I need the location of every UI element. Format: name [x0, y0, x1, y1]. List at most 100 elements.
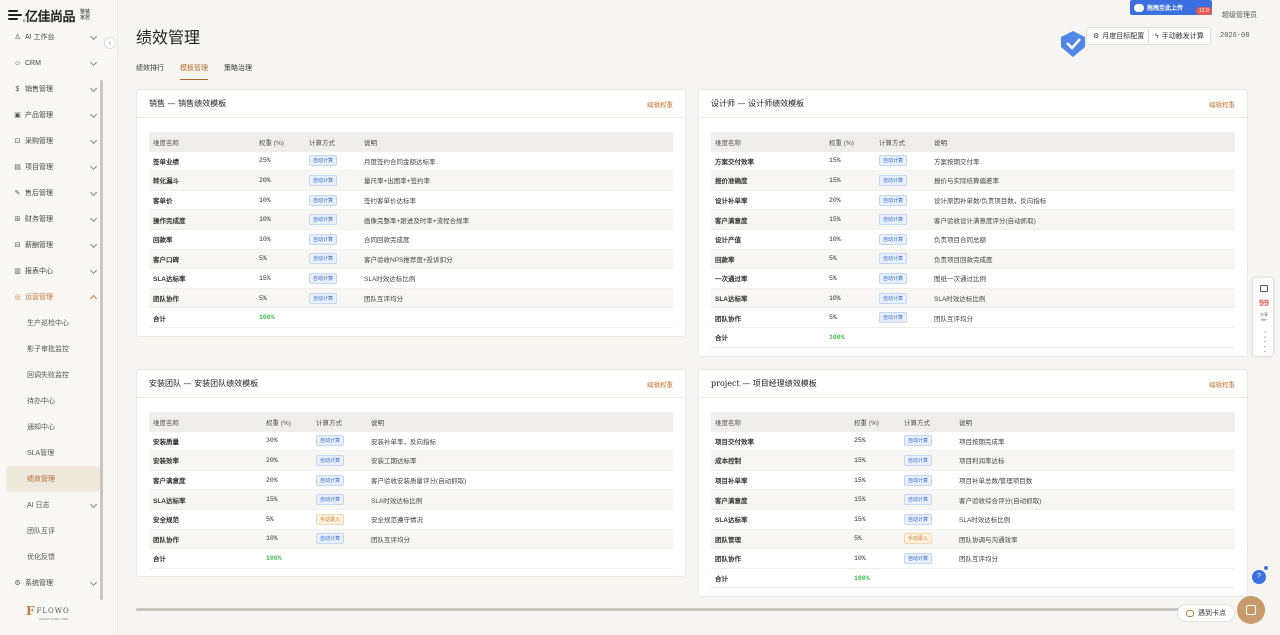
edit-weight-button[interactable]: 编辑权重	[1209, 99, 1235, 109]
sidebar-scrollbar[interactable]	[100, 80, 103, 600]
col-header-weight: 权重 (%)	[829, 139, 854, 147]
table-row: 转化漏斗 20% 自动计算 量尺率+出图率+签约率	[149, 171, 673, 191]
sidebar-item-label: 运营管理	[25, 294, 53, 301]
sidebar-item-operations[interactable]: ◎ 运营管理	[6, 284, 100, 310]
dimension-name: 报价准确度	[715, 178, 748, 186]
method-tag: 自动计算	[904, 513, 933, 525]
sidebar-sub-item[interactable]: 生产巡检中心	[6, 310, 100, 336]
chevron-down-icon	[89, 58, 98, 67]
col-header-name: 维度名称	[153, 139, 179, 147]
edit-weight-button[interactable]: 编辑权重	[647, 379, 673, 389]
method-tag: 自动计算	[879, 194, 908, 206]
assistant-shield-icon[interactable]	[1058, 29, 1088, 59]
project-icon: ▤	[14, 163, 21, 171]
method-tag: 自动计算	[879, 272, 908, 284]
sidebar-sub-item[interactable]: 待办中心	[6, 388, 100, 414]
dimension-desc: 安全规范遵守情况	[371, 517, 423, 525]
manual-calc-button[interactable]: ϟ 手动触发计算	[1148, 27, 1211, 45]
method-cell: 自动计算	[904, 435, 959, 447]
method-cell: 自动计算	[904, 494, 959, 506]
col-header-desc: 说明	[959, 419, 972, 427]
table-header-row: 维度名称 权重 (%) 计算方式 说明	[711, 412, 1235, 432]
method-cell: 自动计算	[904, 513, 959, 525]
horizontal-scrollbar[interactable]	[136, 608, 1216, 611]
period-date[interactable]: 2026-08	[1220, 32, 1249, 40]
help-icon[interactable]: ?	[1252, 570, 1266, 584]
dimension-weight: 5%	[854, 535, 862, 543]
dots-icon: ● ● ● ● ●	[1263, 330, 1267, 354]
float-panel[interactable]: 99 分享 99+ ● ● ● ● ●	[1252, 277, 1274, 357]
float-line2: 99+	[1260, 317, 1268, 322]
method-tag: 自动计算	[309, 155, 338, 167]
total-label: 合计	[715, 335, 728, 343]
sidebar-item-salary[interactable]: ⊟ 薪酬管理	[6, 232, 100, 258]
wrench-icon: ✎	[14, 189, 21, 197]
sidebar-item-ai-workbench[interactable]: ♙ AI 工作台	[6, 24, 100, 50]
sidebar-sub-item[interactable]: 团队互评	[6, 518, 100, 544]
sidebar-nav: ♙ AI 工作台 ☺ CRM $ 销售管理 ▣ 产品管理 ⊡ 采购管理 ▤ 项目管理 ✎ 售后…	[6, 24, 100, 596]
method-cell: 自动计算	[904, 474, 959, 486]
edit-weight-button[interactable]: 编辑权重	[1209, 379, 1235, 389]
sidebar-item-project[interactable]: ▤ 项目管理	[6, 154, 100, 180]
sidebar-sub-item[interactable]: 回调失败监控	[6, 362, 100, 388]
sidebar-item-aftersales[interactable]: ✎ 售后管理	[6, 180, 100, 206]
tab-strategy[interactable]: 策略治理	[224, 63, 252, 80]
sidebar-sub-item[interactable]: 影子审批监控	[6, 336, 100, 362]
sidebar-sub-item[interactable]: 通知中心	[6, 414, 100, 440]
col-header-method: 计算方式	[879, 139, 905, 147]
dimension-desc: 客户验收设计满意度评分(自动抓取)	[934, 217, 1036, 225]
dimension-name: 操作完成度	[153, 217, 186, 225]
sidebar-item-reports[interactable]: ▥ 报表中心	[6, 258, 100, 284]
user-name[interactable]: 超级管理员	[1222, 10, 1257, 20]
dimension-name: SLA达标率	[715, 517, 748, 525]
table-row: 设计补单率 20% 自动计算 设计原因补单数/负责项目数，反向指标	[711, 191, 1235, 211]
dimension-desc: 团队互评均分	[364, 296, 403, 304]
sidebar-sub-item[interactable]: SLA管理	[6, 440, 100, 466]
gear-icon: ⚙	[1093, 33, 1100, 40]
edit-weight-button[interactable]: 编辑权重	[647, 99, 673, 109]
dimension-weight: 10%	[829, 294, 841, 302]
method-tag: 自动计算	[316, 454, 345, 466]
tab-template[interactable]: 模板管理	[180, 63, 208, 80]
footer-logo-sub: SMART HOME CARE	[39, 617, 69, 621]
sidebar-item-label: 销售管理	[25, 86, 53, 93]
sidebar-item-purchase[interactable]: ⊡ 采购管理	[6, 128, 100, 154]
chevron-down-icon	[89, 578, 98, 587]
dimension-name: 安全规范	[153, 517, 179, 525]
template-card-install: 安装团队 — 安装团队绩效模板 编辑权重 维度名称 权重 (%) 计算方式 说明 安装质量 3…	[136, 369, 686, 577]
dimension-name: 项目补单率	[715, 478, 748, 486]
table-row: 团队管理 5% 手动录入 团队协调与沟通效率	[711, 529, 1235, 550]
dimension-desc: 团队互评均分	[371, 536, 410, 544]
monthly-target-button[interactable]: ⚙ 月度目标配置	[1086, 27, 1152, 45]
sidebar-item-product[interactable]: ▣ 产品管理	[6, 102, 100, 128]
col-header-weight: 权重 (%)	[259, 139, 284, 147]
method-tag: 自动计算	[879, 292, 908, 304]
document-icon	[1246, 605, 1256, 615]
template-card-designer: 设计师 — 设计师绩效模板 编辑权重 维度名称 权重 (%) 计算方式 说明 方案交付效率 1…	[698, 89, 1248, 357]
method-tag: 自动计算	[879, 312, 908, 324]
total-value: 100%	[829, 333, 845, 341]
sidebar-sub-item-ai-log[interactable]: AI 日志	[6, 492, 100, 518]
dimension-desc: 负责项目合同总额	[934, 237, 986, 245]
corner-action-button[interactable]	[1237, 596, 1265, 624]
method-tag: 自动计算	[904, 454, 933, 466]
card-title: 安装团队 — 安装团队绩效模板	[149, 379, 259, 388]
sidebar-item-system[interactable]: ⚙ 系统管理	[6, 570, 100, 596]
chevron-up-icon	[89, 294, 98, 303]
card-header: 安装团队 — 安装团队绩效模板 编辑权重	[137, 370, 685, 398]
sidebar-sub-item-label: AI 日志	[27, 502, 50, 509]
table-row: SLA达标率 15% 自动计算 SLA时效达标比例	[149, 269, 673, 289]
total-row: 合计 100%	[149, 308, 673, 328]
method-tag: 自动计算	[879, 155, 908, 167]
sidebar-item-crm[interactable]: ☺ CRM	[6, 50, 100, 76]
dimension-name: 回款率	[715, 256, 735, 264]
sidebar-sub-item[interactable]: 优化反馈	[6, 544, 100, 570]
sidebar-item-finance[interactable]: ⊞ 财务管理	[6, 206, 100, 232]
tab-ranking[interactable]: 绩效排行	[136, 63, 164, 80]
meet-blocker-button[interactable]: 遇到卡点	[1177, 604, 1235, 622]
sidebar-item-sales[interactable]: $ 销售管理	[6, 76, 100, 102]
col-header-name: 维度名称	[715, 419, 741, 427]
collapse-sidebar-button[interactable]: ‹	[104, 37, 116, 49]
dimension-name: 签单业绩	[153, 158, 179, 166]
sidebar-sub-item-performance[interactable]: 绩效管理	[6, 466, 100, 492]
